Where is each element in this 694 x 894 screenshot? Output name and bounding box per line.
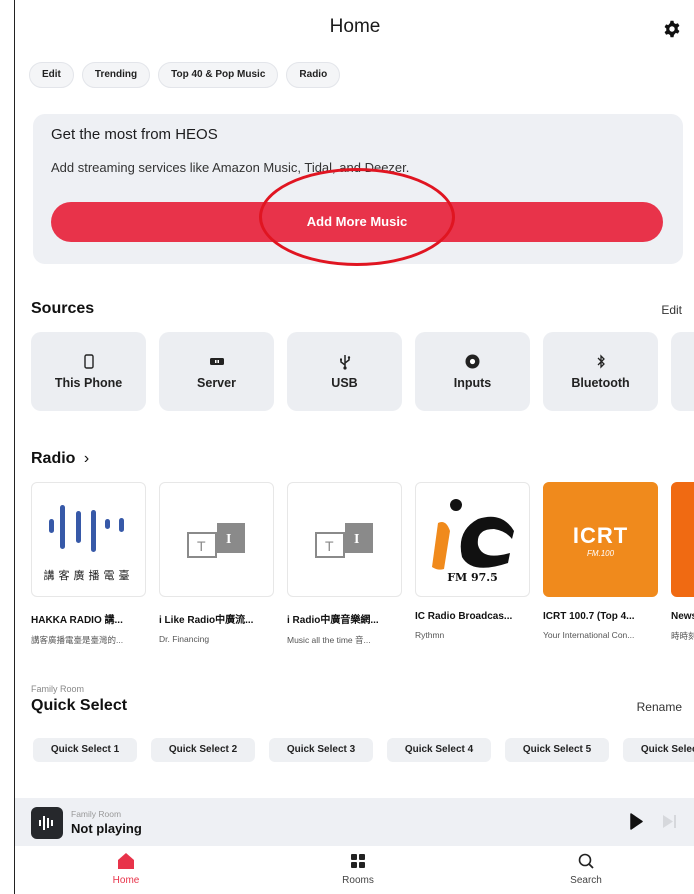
source-server[interactable]: Server: [159, 332, 274, 411]
station-subtitle: 講客廣播電臺是臺灣的...: [31, 635, 124, 645]
station-name: i Like Radio中廣流...: [159, 615, 254, 626]
now-playing-artwork: [31, 807, 63, 839]
source-label: This Phone: [54, 376, 123, 390]
station-logo-text: 講客廣播電臺: [43, 569, 134, 582]
tab-label: Rooms: [342, 875, 374, 886]
svg-text:T: T: [325, 538, 334, 554]
chip-radio[interactable]: Radio: [286, 62, 341, 88]
chip-top-40-pop[interactable]: Top 40 & Pop Music: [158, 62, 279, 88]
rename-link[interactable]: Rename: [637, 700, 682, 714]
filter-chips: Edit Trending Top 40 & Pop Music Radio: [29, 62, 341, 88]
station-card[interactable]: News 時時刻: [671, 482, 694, 646]
station-card[interactable]: T I i Like Radio中廣流... Dr. Financing: [159, 482, 274, 646]
rooms-icon: [351, 854, 365, 868]
chip-edit[interactable]: Edit: [29, 62, 74, 88]
source-label: Server: [197, 376, 236, 390]
source-label: USB: [331, 376, 358, 390]
phone-icon: [31, 354, 146, 372]
news-station-logo: [671, 482, 694, 597]
station-name: i Radio中廣音樂網...: [287, 615, 379, 626]
quick-select-button[interactable]: Quick Select 3: [269, 738, 373, 762]
station-name: HAKKA RADIO 講...: [31, 615, 123, 626]
skip-forward-icon[interactable]: [661, 813, 683, 830]
tab-home[interactable]: Home: [86, 852, 166, 886]
icrt-logo: ICRT FM.100: [543, 482, 658, 597]
source-more[interactable]: [671, 332, 694, 411]
waveform-icon: [39, 816, 53, 830]
source-inputs[interactable]: Inputs: [415, 332, 530, 411]
page-title: Home: [329, 16, 381, 37]
source-label: Bluetooth: [571, 376, 630, 390]
ic-radio-logo: FM 97.5: [415, 482, 530, 597]
quick-select-heading: Quick Select: [31, 697, 128, 714]
radio-heading-label: Radio: [31, 450, 76, 467]
usb-icon: [287, 354, 402, 373]
station-logo-text: FM 97.5: [447, 571, 498, 584]
now-playing-status: Not playing: [71, 821, 142, 836]
radio-heading[interactable]: Radio ›: [31, 450, 89, 468]
station-logo-text: ICRT: [572, 523, 629, 548]
quick-select-button[interactable]: Quick Select 1: [33, 738, 137, 762]
sources-heading: Sources: [31, 300, 95, 317]
quick-select-room: Family Room: [31, 684, 85, 694]
tab-search[interactable]: Search: [546, 852, 626, 886]
station-subtitle: Music all the time 音...: [287, 635, 371, 645]
hakka-radio-logo: 講客廣播電臺: [31, 482, 146, 597]
input-icon: [415, 354, 530, 372]
tab-label: Home: [112, 875, 140, 886]
station-name: IC Radio Broadcas...: [415, 611, 513, 622]
sources-row: This Phone Server USB Inputs Bluetooth: [31, 332, 694, 411]
radio-stations-row: 講客廣播電臺 HAKKA RADIO 講... 講客廣播電臺是臺灣的... T …: [31, 482, 694, 646]
app-screen: Home Edit Trending Top 40 & Pop Music Ra…: [14, 0, 694, 894]
promo-heading: Get the most from HEOS: [51, 126, 218, 143]
station-logo-subtext: FM.100: [586, 549, 615, 558]
sources-edit-link[interactable]: Edit: [661, 303, 682, 317]
chip-trending[interactable]: Trending: [81, 62, 151, 88]
station-subtitle: 時時刻: [671, 631, 694, 641]
station-card[interactable]: ICRT FM.100 ICRT 100.7 (Top 4... Your In…: [543, 482, 658, 646]
station-subtitle: Dr. Financing: [159, 634, 210, 644]
ti-logo: T I: [159, 482, 274, 597]
gear-icon[interactable]: [663, 20, 681, 38]
title-bar: Home: [15, 0, 694, 56]
chevron-right-icon: ›: [83, 450, 90, 467]
source-bluetooth[interactable]: Bluetooth: [543, 332, 658, 411]
station-card[interactable]: FM 97.5 IC Radio Broadcas... Rythmn: [415, 482, 530, 646]
now-playing-bar[interactable]: Family Room Not playing: [15, 798, 694, 846]
station-card[interactable]: 講客廣播電臺 HAKKA RADIO 講... 講客廣播電臺是臺灣的...: [31, 482, 146, 646]
bluetooth-icon: [543, 354, 658, 372]
bottom-tab-bar: Home Rooms Search: [15, 846, 694, 894]
station-card[interactable]: T I i Radio中廣音樂網... Music all the time 音…: [287, 482, 402, 646]
svg-text:I: I: [226, 532, 231, 547]
quick-select-button[interactable]: Quick Select 2: [151, 738, 255, 762]
station-name: ICRT 100.7 (Top 4...: [543, 611, 635, 622]
source-label: Inputs: [453, 376, 492, 390]
source-usb[interactable]: USB: [287, 332, 402, 411]
ti-logo: T I: [287, 482, 402, 597]
tab-label: Search: [570, 875, 602, 886]
home-icon: [118, 853, 134, 869]
svg-text:T: T: [197, 538, 206, 554]
quick-select-button[interactable]: Quick Select 4: [387, 738, 491, 762]
station-subtitle: Your International Con...: [543, 630, 635, 640]
quick-select-row: Quick Select 1 Quick Select 2 Quick Sele…: [33, 738, 694, 762]
station-name: News: [671, 611, 694, 622]
play-icon[interactable]: [629, 813, 643, 830]
now-playing-room: Family Room: [71, 809, 122, 819]
quick-select-button[interactable]: Quick Select 6: [623, 738, 694, 762]
server-icon: [159, 354, 274, 369]
svg-text:I: I: [354, 532, 359, 547]
search-icon: [578, 853, 594, 869]
source-this-phone[interactable]: This Phone: [31, 332, 146, 411]
annotation-circle: [259, 168, 455, 266]
station-subtitle: Rythmn: [415, 630, 445, 640]
tab-rooms[interactable]: Rooms: [318, 852, 398, 886]
quick-select-button[interactable]: Quick Select 5: [505, 738, 609, 762]
